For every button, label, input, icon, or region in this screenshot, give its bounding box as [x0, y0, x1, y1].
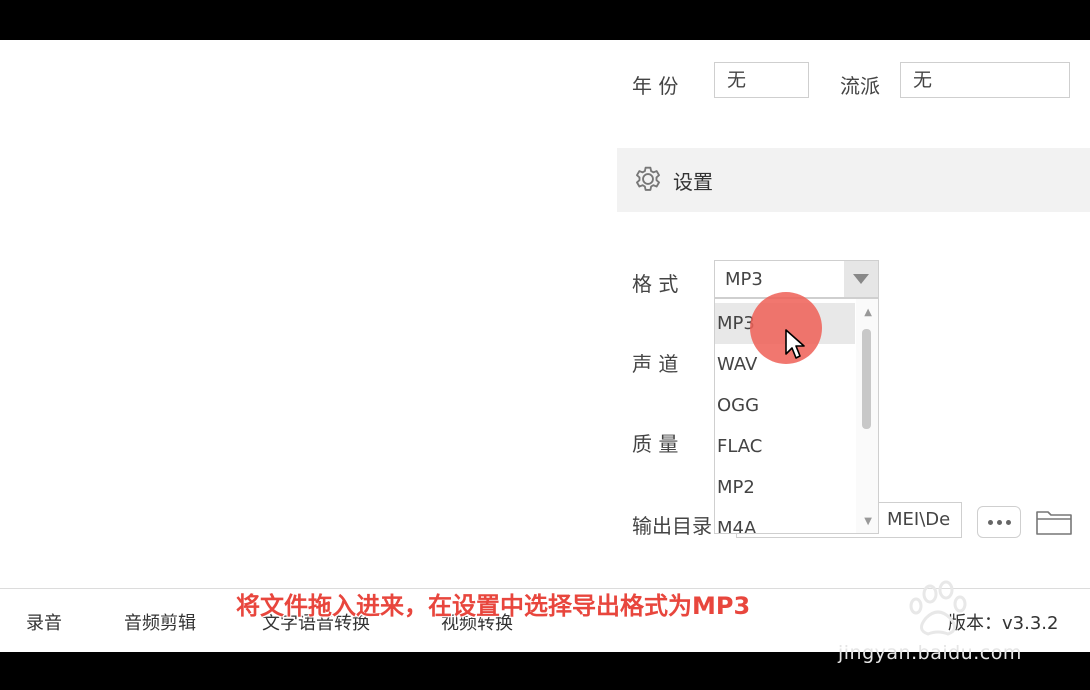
scroll-up-icon[interactable]: ▲ — [864, 307, 872, 318]
app-window: 年 份 无 流派 无 设置 格 式 MP3 声 道 质 量 输出目录 MEI\D… — [0, 40, 1090, 652]
dot-icon — [996, 519, 1002, 525]
settings-section-header[interactable]: 设置 — [617, 148, 1090, 212]
tab-record[interactable]: 录音 — [26, 609, 62, 635]
chevron-down-icon[interactable] — [844, 261, 878, 297]
tab-audio-edit[interactable]: 音频剪辑 — [124, 609, 196, 635]
scroll-down-icon[interactable]: ▼ — [864, 516, 872, 527]
format-select[interactable]: MP3 — [714, 260, 879, 298]
channel-label: 声 道 — [632, 352, 679, 376]
dropdown-scrollbar[interactable]: ▲ ▼ — [856, 299, 878, 533]
format-option[interactable]: MP2 — [715, 467, 855, 508]
year-label: 年 份 — [632, 74, 679, 98]
watermark-url: jingyan.baidu.com — [838, 642, 1022, 664]
settings-title: 设置 — [673, 170, 713, 194]
genre-label: 流派 — [840, 74, 880, 98]
scrollbar-thumb[interactable] — [862, 329, 871, 429]
dot-icon — [987, 519, 993, 525]
video-caption: 将文件拖入进来，在设置中选择导出格式为MP3 — [236, 592, 751, 620]
genre-field[interactable]: 无 — [900, 62, 1070, 98]
gear-icon — [636, 166, 660, 191]
year-field[interactable]: 无 — [714, 62, 809, 98]
format-option[interactable]: FLAC — [715, 426, 855, 467]
format-label: 格 式 — [632, 272, 679, 296]
folder-icon[interactable] — [1034, 506, 1074, 538]
quality-label: 质 量 — [632, 432, 679, 456]
format-option[interactable]: OGG — [715, 385, 855, 426]
format-option[interactable]: M4A — [715, 508, 855, 533]
browse-more-button[interactable] — [977, 506, 1021, 538]
format-selected-value: MP3 — [725, 269, 763, 290]
output-dir-label: 输出目录 — [632, 514, 712, 538]
dot-icon — [1005, 519, 1011, 525]
mouse-cursor-icon — [785, 329, 805, 359]
